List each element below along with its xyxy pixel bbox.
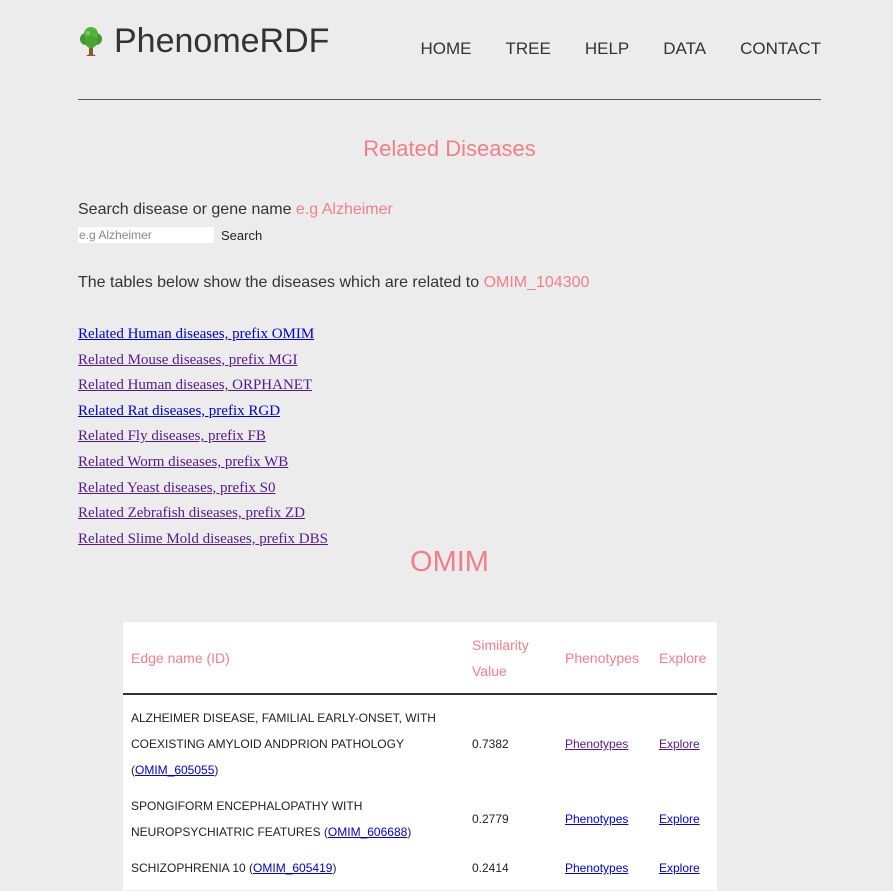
disease-id-link[interactable]: OMIM_605419 [253,861,332,875]
disease-name-cell: SPONGIFORM ENCEPHALOPATHY WITH NEUROPSYC… [131,799,412,839]
table-header-row: Edge name (ID) Similarity Value Phenotype… [123,622,717,695]
page: PhenomeRDF HOME TREE HELP DATA CONTACT R… [0,0,893,890]
header-similarity-line2: Value [472,662,507,679]
table-row: SCHIZOPHRENIA 10 (OMIM_605419) 0.2414 Ph… [123,845,717,891]
disease-id-link[interactable]: OMIM_606688 [328,825,407,839]
header-similarity: Similarity Value [464,622,557,695]
link-related-zebrafish-zd[interactable]: Related Zebrafish diseases, prefix ZD [78,503,328,529]
phenotypes-link[interactable]: Phenotypes [565,737,628,751]
page-title: Related Diseases [363,136,536,161]
link-related-human-orphanet[interactable]: Related Human diseases, ORPHANET [78,375,328,401]
similarity-value: 0.2779 [472,812,509,826]
nav-data[interactable]: DATA [663,39,706,59]
link-related-fly-fb[interactable]: Related Fly diseases, prefix FB [78,426,328,452]
phenotypes-cell: Phenotypes [557,793,651,845]
explore-link[interactable]: Explore [659,812,700,826]
search-label-example: e.g Alzheimer [295,201,393,218]
omim-table-card: Edge name (ID) Similarity Value Phenotype… [123,622,717,890]
phenotypes-link[interactable]: Phenotypes [565,861,628,875]
explore-cell: Explore [651,845,717,891]
explore-link[interactable]: Explore [659,737,700,751]
link-related-mouse-mgi[interactable]: Related Mouse diseases, prefix MGI [78,350,328,376]
tree-icon [80,26,102,56]
nav-tree[interactable]: TREE [506,39,551,59]
tables-description-text: The tables below show the diseases which… [78,274,484,291]
similarity-value: 0.7382 [472,737,509,751]
link-related-rat-rgd[interactable]: Related Rat diseases, prefix RGD [78,401,328,427]
header-edge-name: Edge name (ID) [123,622,464,695]
disease-name-cell: ALZHEIMER DISEASE, FAMILIAL EARLY-ONSET,… [131,711,436,777]
disease-id-link[interactable]: OMIM_605055 [135,763,214,777]
disease-name: ALZHEIMER DISEASE, FAMILIAL EARLY-ONSET,… [131,711,436,751]
omim-table: Edge name (ID) Similarity Value Phenotype… [123,622,717,891]
explore-link[interactable]: Explore [659,861,700,875]
related-links: Related Human diseases, prefix OMIM Rela… [78,324,328,554]
search-label: Search disease or gene name e.g Alzheime… [78,201,393,219]
main-nav: HOME TREE HELP DATA CONTACT [387,39,822,59]
header-explore: Explore [651,622,717,695]
link-related-human-omim[interactable]: Related Human diseases, prefix OMIM [78,324,328,350]
header-phenotypes: Phenotypes [557,622,651,695]
explore-cell: Explore [651,793,717,845]
search-input[interactable] [78,227,214,243]
nav-help[interactable]: HELP [585,39,629,59]
search-label-text: Search disease or gene name [78,201,296,218]
link-related-yeast-s0[interactable]: Related Yeast diseases, prefix S0 [78,478,328,504]
similarity-value: 0.2414 [472,861,509,875]
tables-description: The tables below show the diseases which… [78,274,589,292]
explore-cell: Explore [651,694,717,793]
header-similarity-line1: Similarity [472,636,529,653]
query-id: OMIM_104300 [483,274,590,291]
nav-home[interactable]: HOME [421,39,472,59]
section-title-omim: OMIM [410,546,489,578]
nav-contact[interactable]: CONTACT [740,39,821,59]
disease-name-cell: SCHIZOPHRENIA 10 (OMIM_605419) [131,861,337,875]
phenotypes-cell: Phenotypes [557,845,651,891]
search-form: Search [78,227,262,243]
disease-name: SCHIZOPHRENIA 10 [131,861,246,875]
link-related-worm-wb[interactable]: Related Worm diseases, prefix WB [78,452,328,478]
phenotypes-link[interactable]: Phenotypes [565,812,628,826]
logo-text: PhenomeRDF [114,22,330,60]
table-row: ALZHEIMER DISEASE, FAMILIAL EARLY-ONSET,… [123,694,717,793]
phenotypes-cell: Phenotypes [557,694,651,793]
logo[interactable]: PhenomeRDF [78,22,329,61]
search-button[interactable]: Search [221,228,262,243]
site-header: PhenomeRDF HOME TREE HELP DATA CONTACT [78,22,821,100]
table-row: SPONGIFORM ENCEPHALOPATHY WITH NEUROPSYC… [123,793,717,845]
